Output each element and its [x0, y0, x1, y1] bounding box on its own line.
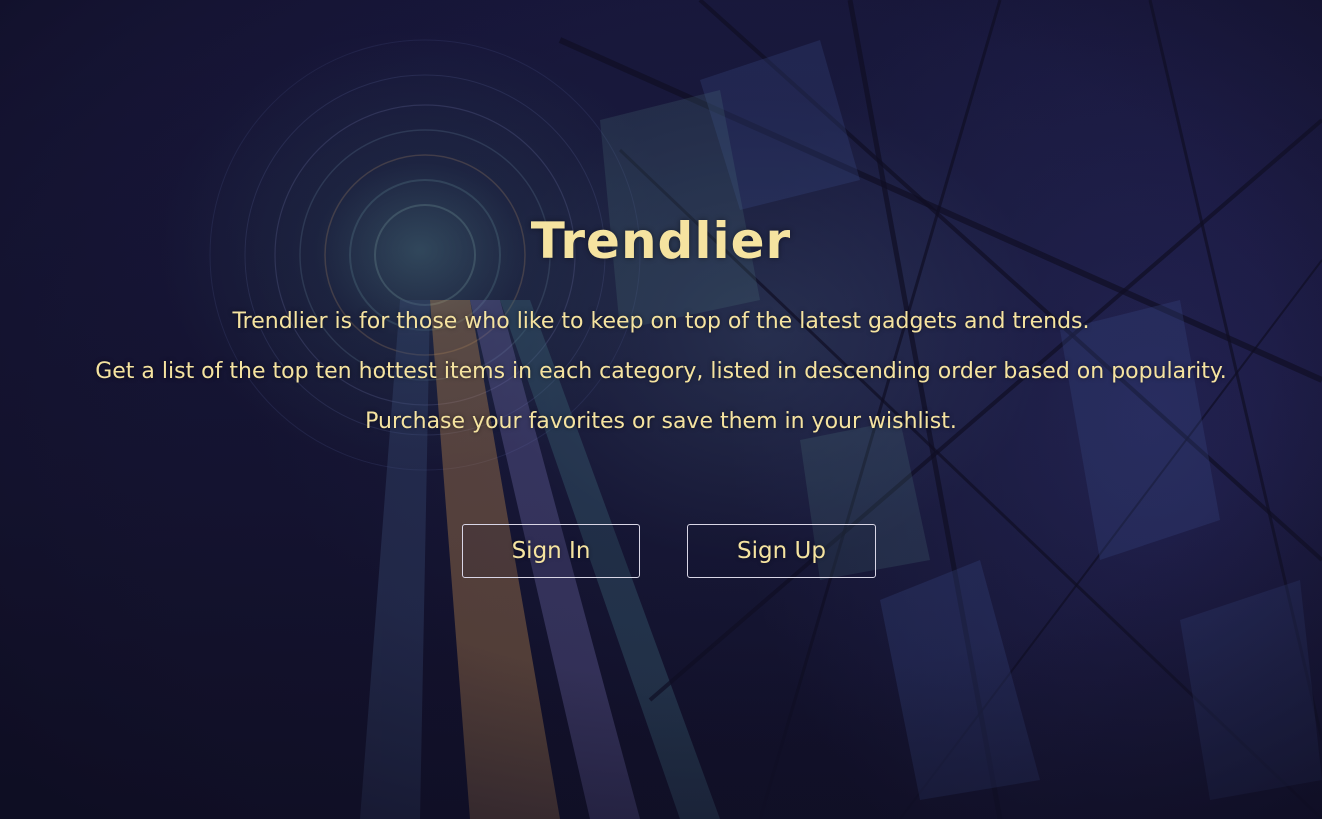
- intro-line: Trendlier is for those who like to keep …: [232, 309, 1090, 334]
- wishlist-line: Purchase your favorites or save them in …: [365, 409, 957, 434]
- hero-section: Trendlier Trendlier is for those who lik…: [0, 0, 1322, 819]
- site-title: Trendlier: [530, 212, 792, 270]
- landing-page: Trendlier Trendlier is for those who lik…: [0, 0, 1322, 819]
- feature-line: Get a list of the top ten hottest items …: [95, 359, 1227, 384]
- sign-up-button[interactable]: Sign Up: [687, 524, 876, 578]
- sign-in-button[interactable]: Sign In: [462, 524, 640, 578]
